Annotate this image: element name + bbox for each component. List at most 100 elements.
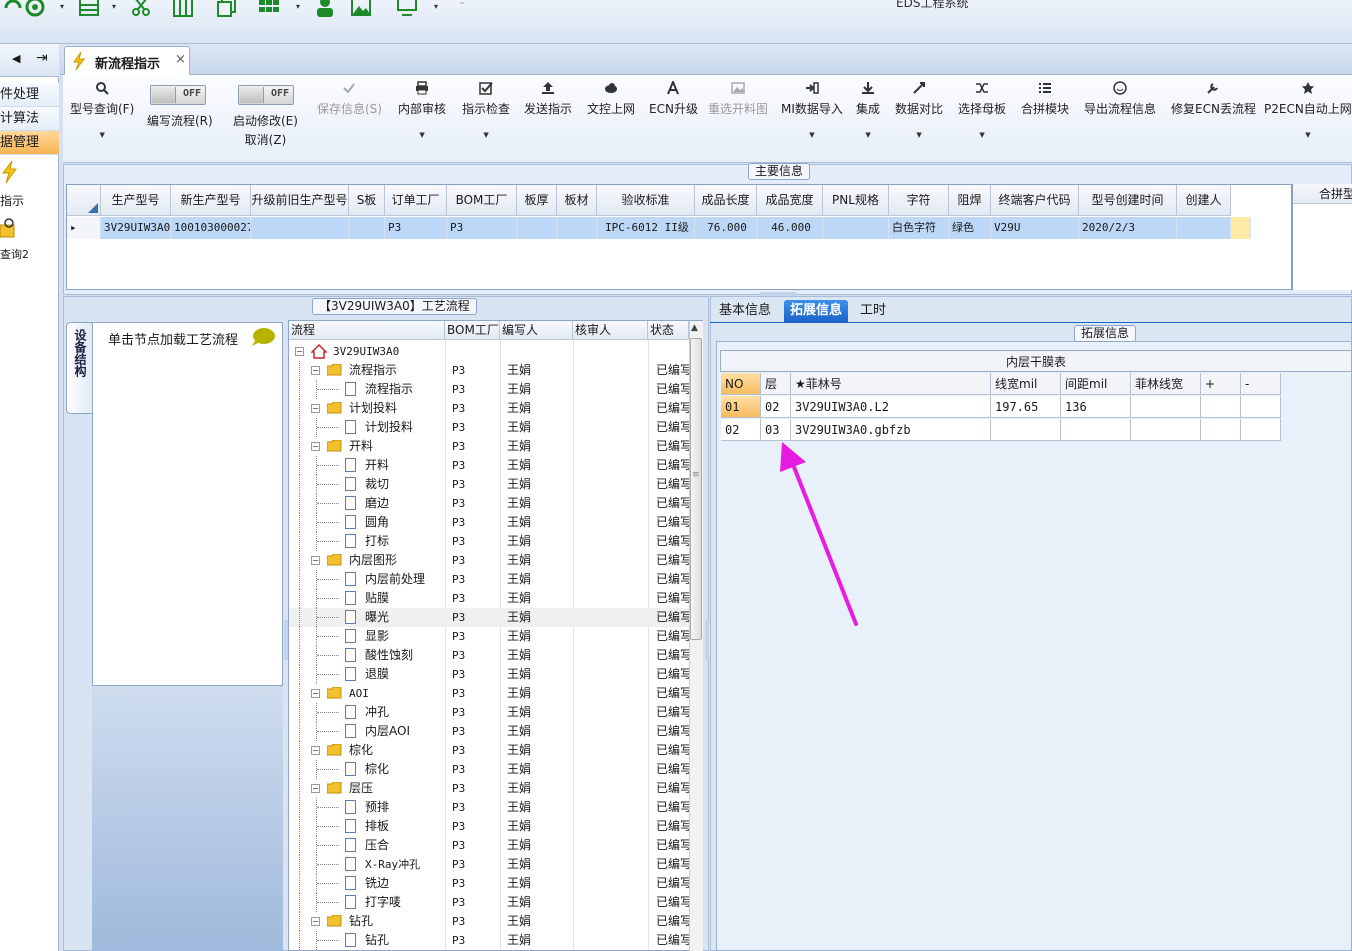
ribbon-button-9[interactable]: 重选开料图 — [708, 79, 768, 117]
tree-row[interactable]: 显影 P3 王娟 已编写 — [289, 627, 689, 646]
collapse-icon[interactable]: − — [311, 404, 320, 413]
dry-film-header[interactable]: - — [1241, 373, 1281, 395]
tree-row[interactable]: 预排 P3 王娟 已编写 — [289, 798, 689, 817]
search-folder-icon[interactable] — [0, 217, 18, 241]
dry-film-header[interactable]: 间距mil — [1061, 373, 1131, 395]
quick-access-dropdown-icon[interactable]: ▾ — [434, 2, 438, 11]
quick-access-dropdown-icon[interactable]: ▾ — [112, 2, 116, 11]
grid-cell[interactable] — [517, 217, 557, 239]
chevron-down-icon[interactable]: ▼ — [958, 131, 1006, 139]
grid-cell[interactable]: P3 — [385, 217, 447, 239]
grid-cell[interactable]: V29U — [991, 217, 1079, 239]
chevron-down-icon[interactable]: ▼ — [895, 131, 943, 139]
grid-cell[interactable]: 3V29UIW3A0 — [101, 217, 171, 239]
tree-row[interactable]: − 钻孔 P3 王娟 已编写 — [289, 912, 689, 931]
tree-row[interactable]: 打字唛 P3 王娟 已编写 — [289, 893, 689, 912]
column-header[interactable]: 板厚 — [517, 185, 557, 216]
tree-row[interactable]: 排板 P3 王娟 已编写 — [289, 817, 689, 836]
collapse-icon[interactable]: − — [311, 784, 320, 793]
chevron-down-icon[interactable]: ▼ — [781, 131, 843, 139]
grid-cell[interactable]: 绿色 — [949, 217, 991, 239]
column-header[interactable]: 终端客户代码 — [991, 185, 1079, 216]
tree-row[interactable]: 贴膜 P3 王娟 已编写 — [289, 589, 689, 608]
column-header[interactable]: 新生产型号 — [171, 185, 251, 216]
document-tab[interactable]: 新流程指示 × — [64, 46, 190, 76]
tree-column-header[interactable]: 核审人 — [573, 321, 648, 340]
dry-film-cell[interactable]: 02 — [721, 419, 761, 441]
dry-film-header[interactable]: NO — [721, 373, 761, 395]
grid-cell[interactable]: 2020/2/3 — [1079, 217, 1177, 239]
ribbon-button-3[interactable]: 保存信息(S) — [317, 79, 382, 117]
nav-exit-icon[interactable]: ⇥ — [36, 50, 48, 66]
grid-cell[interactable]: 白色字符 — [889, 217, 949, 239]
nav-item-1[interactable]: 计算法 — [0, 107, 59, 131]
dry-film-cell[interactable]: 197.65 — [991, 396, 1061, 418]
column-header[interactable]: 型号创建时间 — [1079, 185, 1177, 216]
copy-icon[interactable] — [214, 0, 240, 18]
collapse-icon[interactable]: − — [311, 366, 320, 375]
user-icon[interactable] — [312, 0, 338, 18]
column-header[interactable]: 字符 — [889, 185, 949, 216]
lifebuoy-icon[interactable] — [22, 0, 48, 18]
column-header[interactable]: 验收标准 — [597, 185, 695, 216]
tree-scrollbar-thumb[interactable] — [690, 338, 702, 640]
dry-film-cell[interactable] — [1241, 419, 1281, 441]
column-header[interactable]: 成品长度 — [695, 185, 757, 216]
collapse-icon[interactable]: − — [311, 442, 320, 451]
collapse-icon[interactable]: − — [311, 556, 320, 565]
column-header[interactable]: 升级前旧生产型号 — [251, 185, 349, 216]
tree-root-node[interactable]: − 3V29UIW3A0 — [289, 342, 689, 361]
grid-corner[interactable] — [67, 185, 101, 216]
ribbon-button-16[interactable]: 修复ECN丢流程 — [1171, 79, 1256, 117]
column-header[interactable]: 板材 — [557, 185, 597, 216]
nav-item-2[interactable]: 据管理 — [0, 131, 59, 155]
image-icon[interactable] — [348, 0, 374, 18]
grid-cell[interactable]: IPC-6012 II级 — [597, 217, 695, 239]
tree-row[interactable]: X-Ray冲孔 P3 王娟 已编写 — [289, 855, 689, 874]
ribbon-button-7[interactable]: 文控上网 — [587, 79, 635, 117]
grid-cell[interactable]: 10010300002748 — [171, 217, 251, 239]
tree-row[interactable]: 计划投料 P3 王娟 已编写 — [289, 418, 689, 437]
column-header[interactable]: S板 — [349, 185, 385, 216]
tree-row[interactable]: − 计划投料 P3 王娟 已编写 — [289, 399, 689, 418]
nav-back-icon[interactable]: ◀ — [12, 52, 20, 65]
tree-row[interactable]: − 开料 P3 王娟 已编写 — [289, 437, 689, 456]
ribbon-button-12[interactable]: 数据对比 ▼ — [895, 79, 943, 139]
tab-extended-info[interactable]: 拓展信息 — [784, 300, 849, 322]
grid-cell[interactable]: 46.000 — [757, 217, 823, 239]
tree-row[interactable]: 磨边 P3 王娟 已编写 — [289, 494, 689, 513]
table-icon[interactable] — [76, 0, 102, 18]
tree-row[interactable]: 钻孔 P3 王娟 已编写 — [289, 931, 689, 950]
column-header[interactable]: 阻焊 — [949, 185, 991, 216]
dry-film-cell[interactable]: 01 — [721, 396, 761, 418]
dry-film-cell[interactable]: 02 — [761, 396, 791, 418]
dry-film-cell[interactable]: 3V29UIW3A0.L2 — [791, 396, 991, 418]
grid-icon[interactable] — [256, 0, 282, 18]
tab-basic-info[interactable]: 基本信息 — [713, 300, 777, 322]
column-header[interactable]: 创建人 — [1177, 185, 1231, 216]
column-header[interactable]: PNL规格 — [823, 185, 889, 216]
column-header[interactable]: 订单工厂 — [385, 185, 447, 216]
column-header[interactable]: 成品宽度 — [757, 185, 823, 216]
ribbon-button-11[interactable]: 集成 ▼ — [856, 79, 880, 139]
tree-row[interactable]: 内层前处理 P3 王娟 已编写 — [289, 570, 689, 589]
ribbon-button-0[interactable]: 型号查询(F) ▼ — [70, 79, 134, 139]
scissors-icon[interactable] — [128, 0, 154, 18]
collapse-icon[interactable]: − — [295, 347, 304, 356]
scroll-up-icon[interactable]: ▲ — [691, 323, 698, 333]
ribbon-button-17[interactable]: P2ECN自动上网 ▼ — [1264, 79, 1352, 139]
dry-film-cell[interactable] — [1131, 419, 1201, 441]
dry-film-header[interactable]: 菲林线宽 — [1131, 373, 1201, 395]
dry-film-cell[interactable]: 03 — [761, 419, 791, 441]
chevron-down-icon[interactable]: ▼ — [462, 131, 510, 139]
tree-row[interactable]: 曝光 P3 王娟 已编写 — [289, 608, 689, 627]
customize-toolbar-icon[interactable]: ⁼ — [460, 0, 464, 9]
collapse-icon[interactable]: − — [311, 746, 320, 755]
column-header[interactable]: BOM工厂 — [447, 185, 517, 216]
dry-film-header[interactable]: 线宽mil — [991, 373, 1061, 395]
ribbon-button-4[interactable]: 内部审核 ▼ — [398, 79, 446, 139]
nav-shortcut-label-0[interactable]: 指示 — [0, 192, 24, 209]
tree-column-header[interactable]: 流程 — [289, 321, 445, 340]
toggle-label-2[interactable]: 启动修改(E) 取消(Z) — [233, 112, 298, 148]
tree-row[interactable]: 退膜 P3 王娟 已编写 — [289, 665, 689, 684]
